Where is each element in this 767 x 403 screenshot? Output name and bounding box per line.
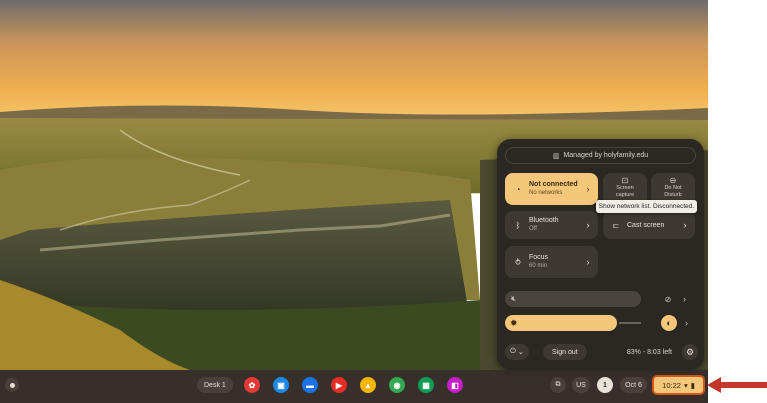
chevron-down-icon: ⌄ xyxy=(517,349,524,356)
bluetooth-off-icon: ᛒ xyxy=(515,220,521,230)
volume-muted-icon: 🔇︎ xyxy=(511,294,517,303)
do-not-disturb-icon: ⊖ xyxy=(669,176,677,185)
chevron-right-icon: › xyxy=(586,184,590,194)
wifi-off-icon: ◔ xyxy=(515,184,521,194)
margin xyxy=(708,0,767,403)
clock: 10:22 xyxy=(662,380,681,390)
bluetooth-title: Bluetooth xyxy=(529,217,559,224)
volume-slider[interactable]: 🔇︎ xyxy=(505,291,641,307)
app-classroom-icon[interactable]: ▣ xyxy=(273,377,289,393)
qs-bottom-row: ⏻ ⌄ Sign out 83% - 8:03 left ⚙ xyxy=(505,344,698,360)
building-icon: ▥ xyxy=(552,152,560,160)
keyboard-layout[interactable]: US xyxy=(572,377,590,393)
status-area-button[interactable]: 10:22 ▾ ▮ xyxy=(652,375,705,395)
network-subtitle: No networks xyxy=(529,190,563,196)
battery-status: 83% - 8:03 left xyxy=(626,348,672,356)
battery-icon: ▮ xyxy=(690,380,695,390)
chevron-right-icon[interactable]: › xyxy=(685,318,688,328)
chevron-right-icon: › xyxy=(586,220,590,230)
app-drive-icon[interactable]: ▲ xyxy=(360,377,376,393)
settings-gear-icon[interactable]: ⚙ xyxy=(682,344,698,360)
brightness-track-rest xyxy=(619,322,641,324)
chevron-right-icon: › xyxy=(586,257,590,267)
tote-icon[interactable]: ⧉ xyxy=(550,377,566,393)
shelf: Desk 1 ✿ ▣ ▬ ▶ ▲ ◉ ▦ ◧ ⧉ US 1 Oct 6 xyxy=(0,370,708,403)
camera-off-icon[interactable]: ⊘ xyxy=(661,292,675,306)
wifi-icon: ▾ xyxy=(683,380,688,390)
cast-icon: ⊏ xyxy=(612,220,620,230)
brightness-icon: ✹ xyxy=(510,318,518,328)
managed-text: Managed by holyfamily.edu xyxy=(563,152,649,159)
screen-capture-label: Screen xyxy=(616,185,634,191)
power-icon: ⏻ xyxy=(510,348,516,355)
brightness-slider[interactable]: ✹ xyxy=(505,315,641,331)
dnd-label-2: Disturb xyxy=(664,192,682,198)
network-tile[interactable]: ◔ Not connected No networks › xyxy=(505,173,598,205)
chevron-right-icon: › xyxy=(683,220,687,230)
quick-settings-panel: ▥ Managed by holyfamily.edu ◔ Not connec… xyxy=(497,139,704,370)
app-sheets-icon[interactable]: ▦ xyxy=(418,377,434,393)
app-chrome-icon[interactable]: ◉ xyxy=(389,377,405,393)
volume-row: 🔇︎ ⊘ › xyxy=(505,291,697,307)
app-youtube-icon[interactable]: ▶ xyxy=(331,377,347,393)
cast-screen-tile[interactable]: ⊏ Cast screen › xyxy=(603,211,695,239)
power-button[interactable]: ⏻ ⌄ xyxy=(505,344,529,360)
contrast-icon[interactable]: ◐ xyxy=(661,315,677,331)
network-tooltip: Show network list. Disconnected. xyxy=(596,200,697,213)
dnd-label: Do Not xyxy=(664,185,682,191)
chevron-right-icon[interactable]: › xyxy=(683,294,686,304)
focus-title: Focus xyxy=(529,254,549,261)
focus-icon: ⥁ xyxy=(515,257,521,267)
focus-subtitle: 60 min xyxy=(529,263,548,269)
annotation-arrow xyxy=(707,377,767,393)
app-purple-icon[interactable]: ◧ xyxy=(447,377,463,393)
desk-button[interactable]: Desk 1 xyxy=(197,377,233,393)
app-palette-icon[interactable]: ✿ xyxy=(244,377,260,393)
sign-out-button[interactable]: Sign out xyxy=(543,344,587,360)
screen-capture-icon: ⊡ xyxy=(621,176,629,185)
focus-tile[interactable]: ⥁ Focus 60 min › xyxy=(505,246,598,278)
bluetooth-subtitle: Off xyxy=(529,226,537,232)
bluetooth-tile[interactable]: ᛒ Bluetooth Off › xyxy=(505,211,598,239)
screen-capture-label-2: capture xyxy=(615,192,635,198)
launcher-button[interactable] xyxy=(5,378,19,392)
brightness-fill xyxy=(505,315,617,331)
notification-count[interactable]: 1 xyxy=(597,377,613,393)
chromeos-desktop: ▥ Managed by holyfamily.edu ◔ Not connec… xyxy=(0,0,708,403)
network-title: Not connected xyxy=(529,181,578,188)
brightness-row: ✹ ◐ › xyxy=(505,315,697,331)
managed-by-banner[interactable]: ▥ Managed by holyfamily.edu xyxy=(505,147,696,164)
app-files-icon[interactable]: ▬ xyxy=(302,377,318,393)
cast-title: Cast screen xyxy=(627,221,665,229)
date-tray[interactable]: Oct 6 xyxy=(620,377,647,393)
